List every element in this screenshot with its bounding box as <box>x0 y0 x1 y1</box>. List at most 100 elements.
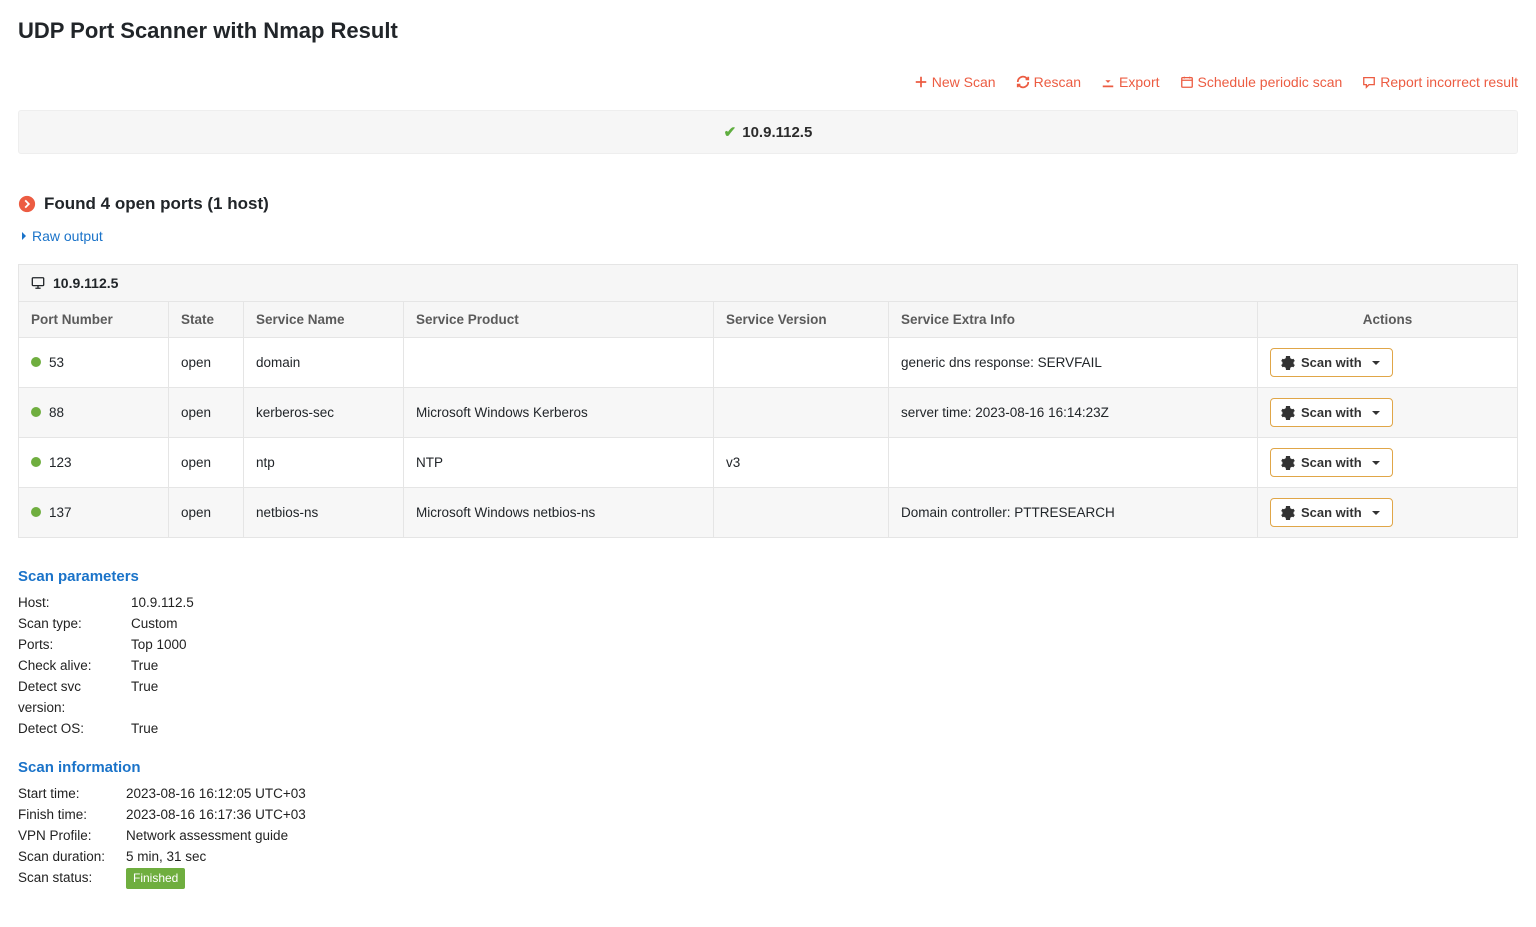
new-scan-button[interactable]: New Scan <box>914 74 996 90</box>
raw-output-label: Raw output <box>32 228 103 244</box>
status-dot-icon <box>31 457 41 467</box>
kv-key: Start time: <box>18 784 118 805</box>
table-row: 123openntpNTPv3Scan with <box>19 438 1518 488</box>
raw-output-toggle[interactable]: Raw output <box>18 228 103 244</box>
new-scan-label: New Scan <box>932 74 996 90</box>
kv-row: Check alive: True <box>18 656 1518 677</box>
check-icon: ✔ <box>724 123 737 141</box>
scan-with-button[interactable]: Scan with <box>1270 498 1393 527</box>
toolbar: New Scan Rescan Export Schedule periodic… <box>18 74 1518 90</box>
cell-port: 123 <box>19 438 169 488</box>
kv-key: Detect OS: <box>18 719 123 740</box>
kv-value: Top 1000 <box>131 635 187 656</box>
cell-version <box>714 338 889 388</box>
table-row: 137opennetbios-nsMicrosoft Windows netbi… <box>19 488 1518 538</box>
cell-version <box>714 388 889 438</box>
gear-icon <box>1281 406 1295 420</box>
kv-key: Ports: <box>18 635 123 656</box>
kv-row: Host:10.9.112.5 <box>18 593 1518 614</box>
status-dot-icon <box>31 357 41 367</box>
kv-row: VPN Profile: Network assessment guide <box>18 826 1518 847</box>
kv-row: Ports: Top 1000 <box>18 635 1518 656</box>
kv-row: Detect svc version:True <box>18 677 1518 719</box>
kv-key: Check alive: <box>18 656 123 677</box>
plus-icon <box>914 75 928 89</box>
monitor-icon <box>31 276 45 290</box>
port-value: 88 <box>49 405 64 420</box>
kv-value: Custom <box>131 614 178 635</box>
col-port: Port Number <box>19 302 169 338</box>
refresh-icon <box>1016 75 1030 89</box>
comment-icon <box>1362 75 1376 89</box>
kv-key: Scan duration: <box>18 847 118 868</box>
report-button[interactable]: Report incorrect result <box>1362 74 1518 90</box>
summary-row: Found 4 open ports (1 host) <box>18 194 1518 214</box>
scan-with-label: Scan with <box>1301 355 1362 370</box>
cell-actions: Scan with <box>1258 438 1518 488</box>
cell-state: open <box>169 488 244 538</box>
col-actions: Actions <box>1258 302 1518 338</box>
host-ip: 10.9.112.5 <box>53 275 118 291</box>
chevron-down-icon <box>1370 407 1382 419</box>
page-title: UDP Port Scanner with Nmap Result <box>18 18 1518 44</box>
scan-with-button[interactable]: Scan with <box>1270 398 1393 427</box>
cell-service: netbios-ns <box>244 488 404 538</box>
kv-key: VPN Profile: <box>18 826 118 847</box>
kv-value: Finished <box>126 868 185 889</box>
kv-value: Network assessment guide <box>126 826 288 847</box>
export-label: Export <box>1119 74 1159 90</box>
kv-value: 10.9.112.5 <box>131 593 194 614</box>
cell-product: Microsoft Windows netbios-ns <box>404 488 714 538</box>
cell-port: 137 <box>19 488 169 538</box>
cell-port: 88 <box>19 388 169 438</box>
scan-with-label: Scan with <box>1301 455 1362 470</box>
schedule-button[interactable]: Schedule periodic scan <box>1180 74 1343 90</box>
scan-information-title: Scan information <box>18 759 1518 776</box>
cell-state: open <box>169 388 244 438</box>
cell-product: NTP <box>404 438 714 488</box>
status-dot-icon <box>31 507 41 517</box>
kv-row: Finish time:2023-08-16 16:17:36 UTC+03 <box>18 805 1518 826</box>
host-header: 10.9.112.5 <box>18 264 1518 301</box>
scan-with-label: Scan with <box>1301 505 1362 520</box>
export-button[interactable]: Export <box>1101 74 1159 90</box>
gear-icon <box>1281 356 1295 370</box>
calendar-icon <box>1180 75 1194 89</box>
cell-extra: server time: 2023-08-16 16:14:23Z <box>889 388 1258 438</box>
cell-actions: Scan with <box>1258 488 1518 538</box>
report-label: Report incorrect result <box>1380 74 1518 90</box>
kv-value: 5 min, 31 sec <box>126 847 206 868</box>
kv-value: True <box>131 656 158 677</box>
cell-product <box>404 338 714 388</box>
scan-with-button[interactable]: Scan with <box>1270 448 1393 477</box>
cell-extra: Domain controller: PTTRESEARCH <box>889 488 1258 538</box>
summary-text: Found 4 open ports (1 host) <box>44 194 269 214</box>
cell-service: kerberos-sec <box>244 388 404 438</box>
scan-with-button[interactable]: Scan with <box>1270 348 1393 377</box>
scan-information-section: Scan information Start time: 2023-08-16 1… <box>18 759 1518 889</box>
gear-icon <box>1281 506 1295 520</box>
ports-table: Port Number State Service Name Service P… <box>18 301 1518 538</box>
kv-value: True <box>131 677 158 719</box>
status-dot-icon <box>31 407 41 417</box>
cell-extra <box>889 438 1258 488</box>
col-service: Service Name <box>244 302 404 338</box>
gear-icon <box>1281 456 1295 470</box>
kv-row: Scan status: Finished <box>18 868 1518 889</box>
cell-product: Microsoft Windows Kerberos <box>404 388 714 438</box>
rescan-button[interactable]: Rescan <box>1016 74 1081 90</box>
table-row: 88 openkerberos-secMicrosoft Windows Kerb… <box>19 388 1518 438</box>
cell-port: 53 <box>19 338 169 388</box>
kv-key: Scan type: <box>18 614 123 635</box>
scan-parameters-section: Scan parameters Host:10.9.112.5Scan type… <box>18 568 1518 739</box>
kv-value: 2023-08-16 16:17:36 UTC+03 <box>126 805 306 826</box>
cell-service: ntp <box>244 438 404 488</box>
col-version: Service Version <box>714 302 889 338</box>
cell-actions: Scan with <box>1258 388 1518 438</box>
scan-parameters-title: Scan parameters <box>18 568 1518 585</box>
cell-actions: Scan with <box>1258 338 1518 388</box>
kv-key: Scan status: <box>18 868 118 889</box>
arrow-right-circle-icon <box>18 195 36 213</box>
col-extra: Service Extra Info <box>889 302 1258 338</box>
port-value: 123 <box>49 455 72 470</box>
